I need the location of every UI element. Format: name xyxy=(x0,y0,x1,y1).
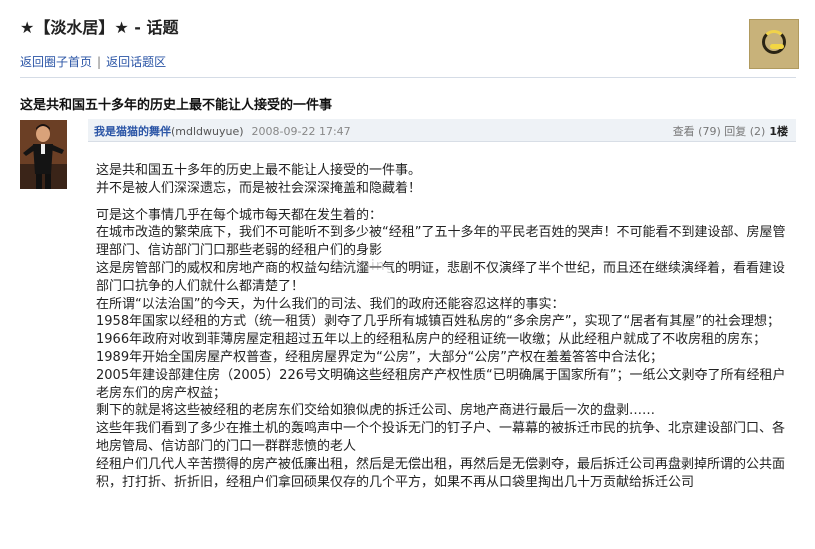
post-paragraph: 2005年建设部建住房（2005）226号文明确这些经租房产产权性质“已明确属于… xyxy=(96,367,786,401)
post-time: 2008-09-22 17:47 xyxy=(251,125,351,138)
post-paragraph: 经租户们几代人辛苦攒得的房产被低廉出租，然后是无偿出租，再然后是无偿剥夺，最后拆… xyxy=(96,456,786,490)
header-divider xyxy=(20,77,796,78)
breadcrumb-nav: 返回圈子首页 | 返回话题区 xyxy=(20,53,166,70)
author-avatar[interactable] xyxy=(20,120,67,189)
back-to-topics-link[interactable]: 返回话题区 xyxy=(106,55,166,69)
post-paragraph: 1989年开始全国房屋产权普查，经租房屋界定为“公房”，大部分“公房”产权在羞羞… xyxy=(96,349,664,365)
post-paragraph: 并不是被人们深深遗忘，而是被社会深深掩盖和隐藏着！ xyxy=(96,180,422,196)
view-reply-counts: 查看 (79) 回复 (2) xyxy=(672,125,766,138)
nav-separator: | xyxy=(97,55,102,69)
post-paragraph: 这些年我们看到了多少在推土机的轰鸣声中一个个投诉无门的钉子户、一幕幕的被拆迁市民… xyxy=(96,421,786,454)
post-paragraph: 在所谓“以法治国”的今天，为什么我们的司法、我们的政府还能容忍这样的事实： xyxy=(96,296,565,312)
post-paragraph: 剩下的就是将这些被经租的老房东们交给如狼似虎的拆迁公司、房地产商进行最后一次的盘… xyxy=(96,403,656,419)
post-paragraph: 可是这个事情几乎在每个城市每天都在发生着的： xyxy=(96,207,383,223)
post-header: 我是猫猫的舞伴(mdldwuyue) 2008-09-22 17:47 查看 (7… xyxy=(88,119,796,142)
author-id: (mdldwuyue) xyxy=(171,125,244,138)
page-header: ★【淡水居】★ - 话题 xyxy=(0,0,815,69)
post-paragraph: 在城市改造的繁荣底下，我们不可能听不到多少被“经租”了五十多年的平民老百姓的哭声… xyxy=(96,225,786,259)
post-paragraph: 这是房管部门的威权和房地产商的权益勾结沆瀣一气的明证，悲剧不仅演绎了半个世纪，而… xyxy=(96,260,786,294)
post-body: 这是共和国五十多年的历史上最不能让人接受的一件事。 并不是被人们深深遗忘，而是被… xyxy=(96,162,786,491)
logo-mark-icon xyxy=(770,44,784,49)
post-paragraph: 1958年国家以经租的方式（统一租赁）剥夺了几乎所有城镇百姓私房的“多余房产”，… xyxy=(96,314,781,330)
group-logo[interactable] xyxy=(749,19,799,69)
topic-title: 这是共和国五十多年的历史上最不能让人接受的一件事 xyxy=(20,98,333,113)
floor-number: 1楼 xyxy=(769,125,788,138)
post-paragraph: 这是共和国五十多年的历史上最不能让人接受的一件事。 xyxy=(96,163,422,178)
site-watermark: fh.jiqing.com xyxy=(330,258,434,274)
author-name-link[interactable]: 我是猫猫的舞伴 xyxy=(94,125,171,138)
post-stats: 查看 (79) 回复 (2) 1楼 xyxy=(673,123,788,139)
post-paragraph: 1966年政府对收到菲薄房屋定租超过五年以上的经租私房户的经租证统一收缴；从此经… xyxy=(96,332,767,348)
back-to-group-link[interactable]: 返回圈子首页 xyxy=(20,55,92,69)
post-author: 我是猫猫的舞伴(mdldwuyue) 2008-09-22 17:47 xyxy=(94,123,351,139)
logo-ring-icon xyxy=(762,30,786,54)
group-title: ★【淡水居】★ - 话题 xyxy=(20,18,179,37)
avatar-image xyxy=(20,120,67,189)
